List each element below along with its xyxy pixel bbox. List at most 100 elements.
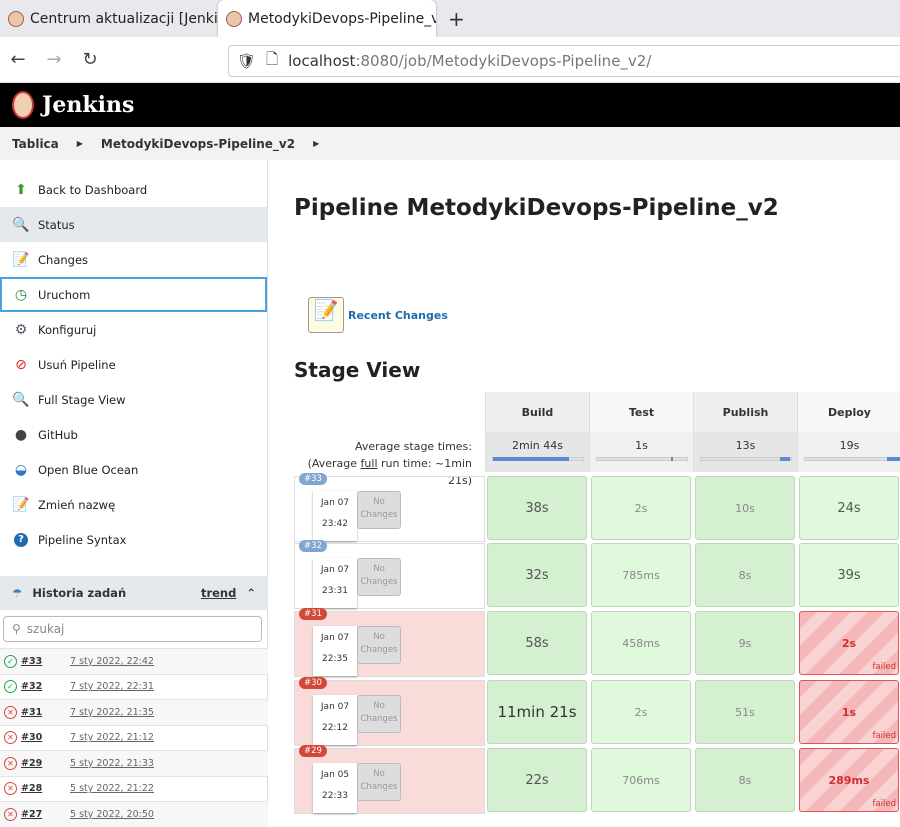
- clock-run-icon: ◷: [14, 286, 28, 303]
- build-badge[interactable]: #32: [299, 540, 327, 552]
- url-bar[interactable]: 🛡 🗋 localhost:8080/job/MetodykiDevops-Pipe…: [228, 45, 900, 77]
- sidebar-item-pipeline-syntax[interactable]: ? Pipeline Syntax: [0, 522, 267, 557]
- build-history-header: ☂ Historia zadań trend ⌃: [0, 576, 268, 610]
- build-badge[interactable]: #29: [299, 745, 327, 757]
- sidebar-item-konfiguruj[interactable]: ⚙ Konfiguruj: [0, 312, 267, 347]
- stage-cell-publish[interactable]: 10s: [695, 476, 795, 540]
- trend-link[interactable]: trend: [201, 586, 236, 600]
- sidebar-item-label: Uruchom: [38, 287, 91, 302]
- build-date-link[interactable]: 7 sty 2022, 22:42: [70, 656, 154, 667]
- chevron-right-icon[interactable]: ▶: [77, 139, 83, 148]
- back-icon[interactable]: ←: [0, 49, 36, 70]
- history-row: ✕ #27 5 sty 2022, 20:50: [0, 801, 268, 827]
- sidebar-item-open-blue-ocean[interactable]: ◒ Open Blue Ocean: [0, 452, 267, 487]
- build-date: Jan 05 22:33: [313, 763, 357, 813]
- chevron-up-icon[interactable]: ⌃: [246, 586, 256, 600]
- build-date-link[interactable]: 7 sty 2022, 21:35: [70, 707, 154, 718]
- stage-cell-publish[interactable]: 51s: [695, 680, 795, 744]
- build-date-link[interactable]: 5 sty 2022, 20:50: [70, 809, 154, 820]
- build-row: #32 Jan 07 23:31 No Changes: [294, 540, 485, 609]
- stage-cell-deploy[interactable]: 1s failed: [799, 680, 899, 744]
- tab-centrum[interactable]: Centrum aktualizacji [Jenkins]✕: [0, 0, 218, 37]
- stage-cell-test[interactable]: 2s: [591, 476, 691, 540]
- sidebar-item-github[interactable]: ● GitHub: [0, 417, 267, 452]
- stage-cell-build[interactable]: 58s: [487, 611, 587, 675]
- build-date: Jan 07 22:35: [313, 626, 357, 676]
- stage-duration: 11min 21s: [497, 703, 577, 721]
- stage-duration: 32s: [525, 567, 549, 583]
- jenkins-favicon-icon: [8, 10, 24, 27]
- stage-cell-test[interactable]: 2s: [591, 680, 691, 744]
- build-number-link[interactable]: #31: [21, 707, 70, 718]
- build-number-link[interactable]: #32: [21, 681, 70, 692]
- stage-cell-build[interactable]: 32s: [487, 543, 587, 607]
- stage-average-time: 1s: [635, 439, 648, 452]
- build-number-link[interactable]: #27: [21, 809, 70, 820]
- stage-cell-publish[interactable]: 8s: [695, 748, 795, 812]
- jenkins-title[interactable]: Jenkins: [42, 92, 134, 118]
- sidebar-item-label: Konfiguruj: [38, 322, 97, 337]
- sidebar-item-changes[interactable]: 📝 Changes: [0, 242, 267, 277]
- stage-duration: 58s: [525, 635, 549, 651]
- sidebar-item-uruchom[interactable]: ◷ Uruchom: [0, 277, 267, 312]
- tab-pipeline[interactable]: MetodykiDevops-Pipeline_v2 [Jenkins]✕: [218, 0, 436, 37]
- stage-cell-deploy[interactable]: 24s: [799, 476, 899, 540]
- build-number-link[interactable]: #33: [21, 656, 70, 667]
- recent-changes-link[interactable]: 📝 Recent Changes: [308, 297, 448, 333]
- forward-icon[interactable]: →: [36, 49, 72, 70]
- sidebar-item-full-stage-view[interactable]: 🔍 Full Stage View: [0, 382, 267, 417]
- stage-cell-deploy[interactable]: 39s: [799, 543, 899, 607]
- jenkins-logo-icon[interactable]: [12, 91, 34, 119]
- stage-cell-build[interactable]: 22s: [487, 748, 587, 812]
- chevron-right-icon[interactable]: ▶: [313, 139, 319, 148]
- build-date-link[interactable]: 7 sty 2022, 21:12: [70, 732, 154, 743]
- build-number-link[interactable]: #29: [21, 758, 70, 769]
- build-row: #30 Jan 07 22:12 No Changes: [294, 677, 485, 746]
- stage-cell-build[interactable]: 11min 21s: [487, 680, 587, 744]
- stage-duration: 8s: [738, 568, 752, 582]
- stage-cell-test[interactable]: 785ms: [591, 543, 691, 607]
- build-date-link[interactable]: 5 sty 2022, 21:22: [70, 783, 154, 794]
- full-link[interactable]: full: [361, 457, 378, 470]
- history-search-input[interactable]: ⚲ szukaj: [3, 616, 262, 642]
- sidebar-item-usuń-pipeline[interactable]: ⊘ Usuń Pipeline: [0, 347, 267, 382]
- sidebar-item-label: Open Blue Ocean: [38, 462, 139, 477]
- stage-cell-deploy[interactable]: 289ms failed: [799, 748, 899, 812]
- no-changes-label: No Changes: [357, 491, 401, 529]
- sidebar-item-zmień-nazwę[interactable]: 📝 Zmień nazwę: [0, 487, 267, 522]
- reload-icon[interactable]: ↻: [72, 49, 108, 70]
- sidebar-item-back-to-dashboard[interactable]: ⬆ Back to Dashboard: [0, 172, 267, 207]
- new-tab-button[interactable]: +: [436, 7, 477, 31]
- history-row: ✓ #33 7 sty 2022, 22:42: [0, 648, 268, 674]
- no-changes-label: No Changes: [357, 695, 401, 733]
- stage-average: 13s: [693, 432, 797, 472]
- build-badge[interactable]: #30: [299, 677, 327, 689]
- notepad-icon: 📝: [12, 251, 30, 268]
- sidebar-item-status[interactable]: 🔍 Status: [0, 207, 267, 242]
- build-badge[interactable]: #31: [299, 608, 327, 620]
- build-number-link[interactable]: #28: [21, 783, 70, 794]
- stage-cell-test[interactable]: 458ms: [591, 611, 691, 675]
- build-badge[interactable]: #33: [299, 473, 327, 485]
- stage-cell-build[interactable]: 38s: [487, 476, 587, 540]
- stage-cell-publish[interactable]: 9s: [695, 611, 795, 675]
- stage-cell-deploy[interactable]: 2s failed: [799, 611, 899, 675]
- build-date-time: 22:12: [322, 723, 348, 733]
- magnifier-icon: 🔍: [12, 391, 30, 408]
- build-date-time: 22:33: [322, 791, 348, 801]
- breadcrumb-dashboard[interactable]: Tablica: [12, 137, 59, 151]
- build-date-link[interactable]: 7 sty 2022, 22:31: [70, 681, 154, 692]
- notepad-icon: 📝: [308, 297, 344, 333]
- stage-header-test: Test: [589, 392, 693, 432]
- stage-average-time: 19s: [839, 439, 860, 452]
- build-date: Jan 07 23:31: [313, 558, 357, 608]
- sidebar-item-label: Status: [38, 217, 75, 232]
- stage-cell-publish[interactable]: 8s: [695, 543, 795, 607]
- build-date-link[interactable]: 5 sty 2022, 21:33: [70, 758, 154, 769]
- build-number-link[interactable]: #30: [21, 732, 70, 743]
- breadcrumb-job[interactable]: MetodykiDevops-Pipeline_v2: [101, 137, 295, 151]
- recent-changes-label[interactable]: Recent Changes: [348, 309, 448, 322]
- no-changes-label: No Changes: [357, 763, 401, 801]
- history-row: ✕ #31 7 sty 2022, 21:35: [0, 699, 268, 725]
- stage-cell-test[interactable]: 706ms: [591, 748, 691, 812]
